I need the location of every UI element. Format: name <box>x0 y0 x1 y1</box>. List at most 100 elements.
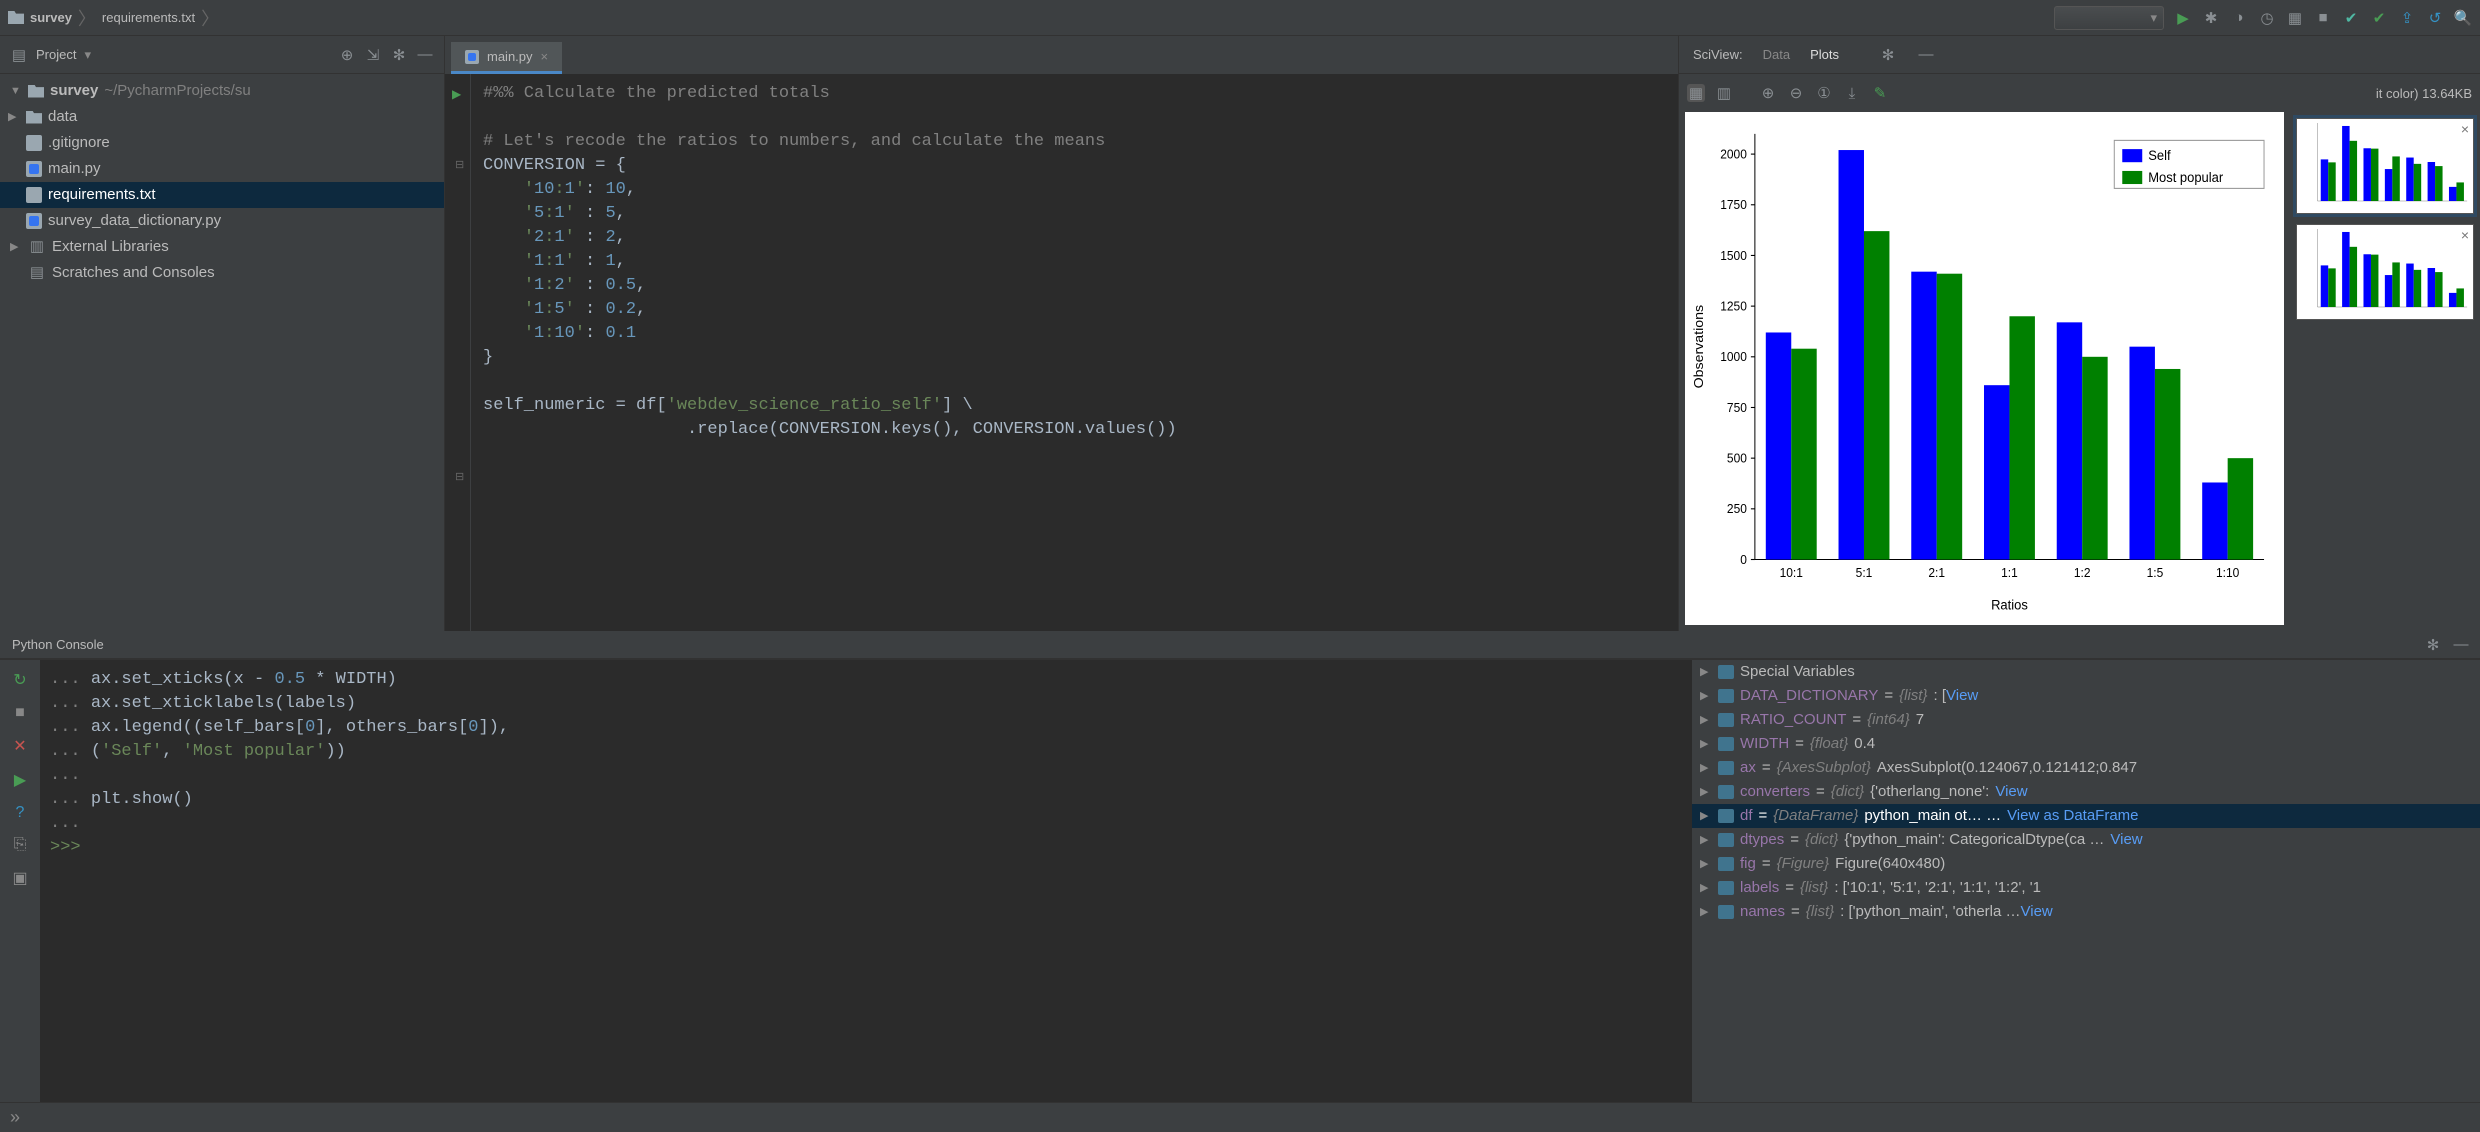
tree-item-data[interactable]: data <box>0 104 444 130</box>
plot-thumbnail[interactable]: × <box>2296 118 2474 214</box>
tree-label: survey_data_dictionary.py <box>48 208 221 234</box>
svg-text:0: 0 <box>1740 552 1747 567</box>
locate-icon[interactable]: ⊕ <box>338 46 356 64</box>
var-row[interactable]: ▶ names = {list} : ['python_main', 'othe… <box>1692 900 2480 924</box>
sciview-label: SciView: <box>1693 47 1743 62</box>
tree-item-surveydict[interactable]: survey_data_dictionary.py <box>0 208 444 234</box>
vars-special[interactable]: ▶ Special Variables <box>1692 660 2480 684</box>
python-file-icon <box>465 50 479 64</box>
svg-text:Self: Self <box>2148 148 2171 164</box>
tree-scratches[interactable]: ▤ Scratches and Consoles <box>0 260 444 286</box>
search-everywhere-icon[interactable]: 🔍 <box>2454 9 2472 27</box>
revert-icon[interactable]: ↺ <box>2426 9 2444 27</box>
hide-icon[interactable]: — <box>416 46 434 64</box>
var-row[interactable]: ▶ DATA_DICTIONARY = {list} : [View <box>1692 684 2480 708</box>
tab-plots[interactable]: Plots <box>1810 47 1839 62</box>
python-file-icon <box>26 161 42 177</box>
svg-text:500: 500 <box>1727 451 1747 466</box>
svg-text:1250: 1250 <box>1720 299 1747 314</box>
plot-info: it color) 13.64KB <box>2376 86 2472 101</box>
zoom-out-icon[interactable]: ⊖ <box>1787 84 1805 102</box>
profile-icon[interactable]: ◷ <box>2258 9 2276 27</box>
python-console-title[interactable]: Python Console <box>12 637 104 652</box>
execute-icon[interactable]: ▶ <box>14 770 26 790</box>
project-tool-icon[interactable]: ▤ <box>10 46 28 64</box>
close-tab-icon[interactable]: × <box>541 49 549 64</box>
svg-text:Most popular: Most popular <box>2148 169 2223 185</box>
concurrency-icon[interactable]: ▦ <box>2286 9 2304 27</box>
more-icon[interactable]: » <box>10 1107 20 1128</box>
tree-item-mainpy[interactable]: main.py <box>0 156 444 182</box>
view-icon[interactable]: ▣ <box>12 868 27 888</box>
save-icon[interactable]: ⤓ <box>1843 84 1861 102</box>
tree-root[interactable]: survey ~/PycharmProjects/su <box>0 78 444 104</box>
reset-zoom-icon[interactable]: ① <box>1815 84 1833 102</box>
plot-canvas[interactable]: 025050075010001250150017502000Observatio… <box>1685 112 2284 625</box>
vcs-update-icon[interactable]: ✔ <box>2342 9 2360 27</box>
svg-text:1:10: 1:10 <box>2216 565 2239 580</box>
settings-icon[interactable]: ✻ <box>1879 46 1897 64</box>
status-bar: » <box>0 1102 2480 1132</box>
breadcrumb-project[interactable]: survey <box>30 10 72 25</box>
svg-text:2000: 2000 <box>1720 147 1747 162</box>
vcs-push-icon[interactable]: ⇪ <box>2398 9 2416 27</box>
fit-icon[interactable]: ▦ <box>1687 84 1705 102</box>
tree-item-gitignore[interactable]: .gitignore <box>0 130 444 156</box>
vcs-commit-icon[interactable]: ✔ <box>2370 9 2388 27</box>
python-file-icon <box>26 213 42 229</box>
project-tree[interactable]: survey ~/PycharmProjects/su data .gitign… <box>0 74 444 290</box>
var-row[interactable]: ▶ WIDTH = {float} 0.4 <box>1692 732 2480 756</box>
chevron-right-icon: 〉 <box>201 5 219 31</box>
var-row[interactable]: ▶ labels = {list} : ['10:1', '5:1', '2:1… <box>1692 876 2480 900</box>
library-icon: ▥ <box>28 238 46 256</box>
close-icon[interactable]: ✕ <box>13 736 26 756</box>
debug-icon[interactable]: ✱ <box>2202 9 2220 27</box>
run-icon[interactable]: ▶ <box>2174 9 2192 27</box>
var-row[interactable]: ▶ df = {DataFrame} python_main ot… …View… <box>1692 804 2480 828</box>
tab-data[interactable]: Data <box>1763 47 1790 62</box>
svg-text:1000: 1000 <box>1720 350 1747 365</box>
fold-icon[interactable]: ⊟ <box>455 154 464 178</box>
rerun-icon[interactable]: ↻ <box>13 670 26 690</box>
editor-tab-mainpy[interactable]: main.py × <box>451 42 562 74</box>
var-row[interactable]: ▶ dtypes = {dict} {'python_main': Catego… <box>1692 828 2480 852</box>
collapse-icon[interactable]: ⇲ <box>364 46 382 64</box>
svg-text:Ratios: Ratios <box>1991 597 2028 613</box>
var-row[interactable]: ▶ converters = {dict} {'otherlang_none':… <box>1692 780 2480 804</box>
close-thumb-icon[interactable]: × <box>2461 227 2469 243</box>
var-row[interactable]: ▶ ax = {AxesSubplot} AxesSubplot(0.12406… <box>1692 756 2480 780</box>
attach-icon[interactable]: ⎘ <box>14 836 27 854</box>
close-thumb-icon[interactable]: × <box>2461 121 2469 137</box>
hide-icon[interactable]: — <box>2452 636 2470 654</box>
console-output[interactable]: ... ax.set_xticks(x - 0.5 * WIDTH)... ax… <box>40 660 1692 1102</box>
chevron-right-icon: 〉 <box>78 5 96 31</box>
svg-text:250: 250 <box>1727 502 1747 517</box>
plot-thumbnail[interactable]: × <box>2296 224 2474 320</box>
tree-external-libs[interactable]: ▥ External Libraries <box>0 234 444 260</box>
settings-icon[interactable]: ✻ <box>390 46 408 64</box>
help-icon[interactable]: ? <box>16 804 25 822</box>
tree-item-requirements[interactable]: requirements.txt <box>0 182 444 208</box>
stop-icon[interactable]: ■ <box>15 704 25 722</box>
run-config-select[interactable]: ▾ <box>2054 6 2164 30</box>
fold-icon[interactable]: ⊟ <box>455 466 464 490</box>
color-picker-icon[interactable]: ✎ <box>1871 84 1889 102</box>
breadcrumb-file[interactable]: requirements.txt <box>102 10 195 25</box>
svg-text:5:1: 5:1 <box>1856 565 1873 580</box>
actual-size-icon[interactable]: ▥ <box>1715 84 1733 102</box>
file-icon <box>26 135 42 151</box>
hide-icon[interactable]: — <box>1917 46 1935 64</box>
code-editor[interactable]: ▶ ⊟ ⊟ #%% Calculate the predicted totals… <box>445 74 1678 631</box>
settings-icon[interactable]: ✻ <box>2424 636 2442 654</box>
zoom-in-icon[interactable]: ⊕ <box>1759 84 1777 102</box>
stop-icon[interactable]: ■ <box>2314 9 2332 27</box>
svg-text:2:1: 2:1 <box>1928 565 1945 580</box>
coverage-icon[interactable]: ◑ <box>2230 9 2248 27</box>
variables-panel[interactable]: ▶ Special Variables▶ DATA_DICTIONARY = {… <box>1692 660 2480 1102</box>
folder-icon <box>8 11 24 24</box>
tree-root-name: survey <box>50 78 98 104</box>
svg-text:Observations: Observations <box>1692 305 1706 389</box>
run-cell-icon[interactable]: ▶ <box>452 83 461 107</box>
var-row[interactable]: ▶ fig = {Figure} Figure(640x480) <box>1692 852 2480 876</box>
var-row[interactable]: ▶ RATIO_COUNT = {int64} 7 <box>1692 708 2480 732</box>
